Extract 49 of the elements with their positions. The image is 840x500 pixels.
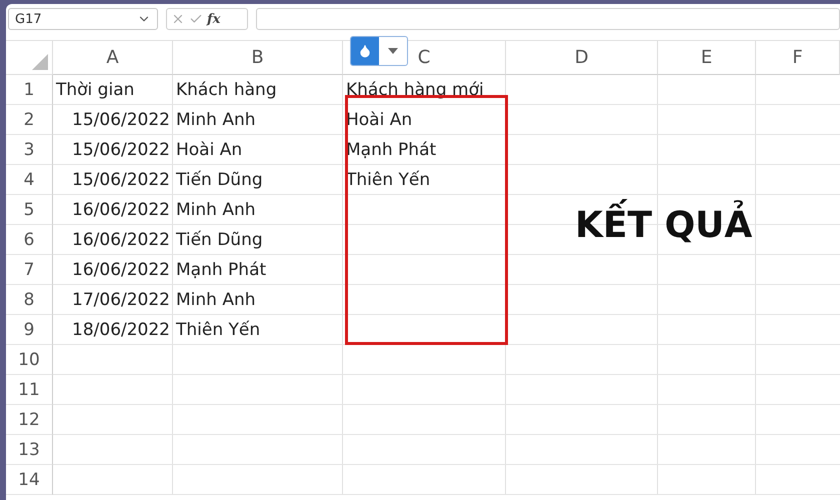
table-cell: Minh Anh <box>173 195 343 225</box>
name-box[interactable]: G17 <box>8 8 158 30</box>
table-cell: 15/06/2022 <box>53 165 173 195</box>
table-cell: 17/06/2022 <box>53 285 173 315</box>
table-cell: 16/06/2022 <box>53 225 173 255</box>
row-header[interactable]: 11 <box>6 375 53 405</box>
row-header[interactable]: 8 <box>6 285 53 315</box>
row-header[interactable]: 5 <box>6 195 53 225</box>
formula-bar[interactable] <box>256 8 840 30</box>
row-header[interactable]: 6 <box>6 225 53 255</box>
table-cell: Thiên Yến <box>343 165 506 195</box>
table-cell: 16/06/2022 <box>53 255 173 285</box>
table-cell: 18/06/2022 <box>53 315 173 345</box>
row-header[interactable]: 14 <box>6 465 53 495</box>
dropdown-arrow-icon <box>388 48 398 54</box>
row-header[interactable]: 12 <box>6 405 53 435</box>
annotation-text: KẾT QUẢ <box>573 200 754 252</box>
row-header[interactable]: 2 <box>6 105 53 135</box>
column-header[interactable]: E <box>658 41 756 75</box>
row-header[interactable]: 4 <box>6 165 53 195</box>
row-header[interactable]: 1 <box>6 75 53 105</box>
row-header[interactable]: 10 <box>6 345 53 375</box>
table-cell: Hoài An <box>173 135 343 165</box>
table-cell: Tiến Dũng <box>173 165 343 195</box>
column-header[interactable]: D <box>506 41 658 75</box>
table-cell: Minh Anh <box>173 285 343 315</box>
row-header[interactable]: 9 <box>6 315 53 345</box>
row-header[interactable]: 7 <box>6 255 53 285</box>
triangle-icon <box>32 54 48 70</box>
row-header[interactable]: 3 <box>6 135 53 165</box>
table-cell: Tiến Dũng <box>173 225 343 255</box>
table-cell: Thời gian <box>53 75 173 105</box>
table-cell: Hoài An <box>343 105 506 135</box>
insert-function-button[interactable]: fx <box>207 12 220 26</box>
table-cell: Mạnh Phát <box>173 255 343 285</box>
table-cell: Minh Anh <box>173 105 343 135</box>
column-header[interactable]: B <box>173 41 343 75</box>
column-header[interactable]: F <box>756 41 840 75</box>
table-cell: 15/06/2022 <box>53 105 173 135</box>
table-cell: Thiên Yến <box>173 315 343 345</box>
droplet-icon <box>358 44 372 58</box>
column-header[interactable]: A <box>53 41 173 75</box>
table-cell: 15/06/2022 <box>53 135 173 165</box>
table-cell: 16/06/2022 <box>53 195 173 225</box>
row-header[interactable]: 13 <box>6 435 53 465</box>
flash-fill-button[interactable] <box>350 36 408 66</box>
table-cell: Mạnh Phát <box>343 135 506 165</box>
cancel-icon[interactable] <box>171 12 185 26</box>
table-cell: Khách hàng <box>173 75 343 105</box>
